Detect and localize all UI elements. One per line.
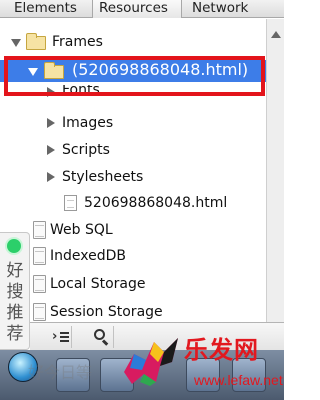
tree-item-stylesheets[interactable]: Stylesheets [0, 166, 266, 188]
side-recommend-widget[interactable]: 好搜推荐 [0, 232, 30, 350]
triangle-right-icon[interactable] [47, 172, 55, 182]
tree-item-localstorage[interactable]: Local Storage [0, 273, 266, 295]
document-icon [64, 195, 77, 211]
watermark-brand: 乐发网 [184, 336, 259, 364]
triangle-right-icon[interactable] [47, 118, 55, 128]
tree-item-label: Frames [52, 34, 103, 50]
tab-elements[interactable]: Elements [0, 0, 91, 18]
scroll-up-icon[interactable] [271, 31, 281, 38]
tree-item-label: Web SQL [50, 222, 113, 238]
tree-item-label: Scripts [62, 142, 110, 158]
tree-item-file[interactable]: 520698868048.html [0, 192, 266, 214]
status-dot-icon [7, 239, 21, 253]
tree-item-label: Images [62, 115, 114, 131]
console-button[interactable]: › [46, 326, 72, 348]
tree-item-label: Stylesheets [62, 169, 144, 185]
tree-item-frames[interactable]: Frames [0, 31, 266, 53]
tree-item-sessionstorage[interactable]: Session Storage [0, 301, 266, 323]
watermark-url: www.lefaw.net [194, 372, 283, 388]
vertical-scrollbar[interactable] [266, 19, 284, 323]
tree-item-label: Local Storage [50, 276, 146, 292]
tree-item-label: Session Storage [50, 304, 163, 320]
database-icon [33, 221, 46, 239]
console-icon: › [52, 330, 69, 344]
search-button[interactable] [88, 326, 114, 348]
tree-item-label: IndexedDB [50, 248, 126, 264]
folder-icon [26, 33, 46, 50]
tree-item-indexeddb[interactable]: IndexedDB [0, 245, 266, 267]
triangle-right-icon[interactable] [47, 145, 55, 155]
storage-icon [33, 303, 46, 321]
watermark: 好今日等 乐发网 www.lefaw.net [28, 330, 284, 400]
watermark-logo-icon [124, 338, 178, 386]
tab-resources[interactable]: Resources [92, 0, 182, 18]
side-widget-text: 好搜推荐 [6, 261, 24, 344]
tree-item-scripts[interactable]: Scripts [0, 139, 266, 161]
triangle-down-icon[interactable] [11, 39, 21, 47]
watermark-background-text: 好今日等 [28, 363, 93, 382]
devtools-tab-bar: Elements Resources Network [0, 0, 284, 18]
database-icon [33, 247, 46, 265]
tab-network[interactable]: Network [186, 0, 284, 18]
search-icon [94, 329, 110, 346]
tree-item-label: 520698868048.html [84, 195, 228, 211]
storage-icon [33, 275, 46, 293]
tree-item-websql[interactable]: Web SQL [0, 219, 266, 241]
highlight-box [4, 56, 265, 96]
tree-item-images[interactable]: Images [0, 112, 266, 134]
